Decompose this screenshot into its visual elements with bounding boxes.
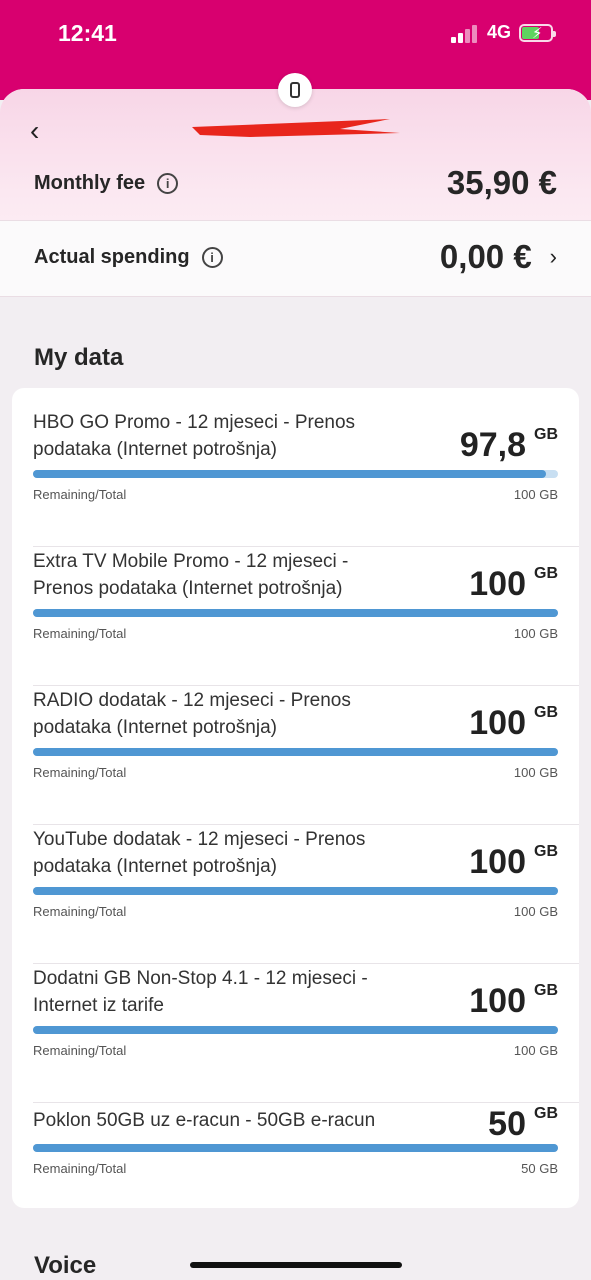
data-item-title: Poklon 50GB uz e-racun - 50GB e-racun xyxy=(33,1110,376,1131)
usage-bar xyxy=(33,609,558,617)
remaining-amount: 100 xyxy=(469,565,526,603)
remaining-total-label: Remaining/Total xyxy=(33,1043,127,1058)
data-item[interactable]: RADIO dodatak - 12 mjeseci - Prenos poda… xyxy=(33,687,558,799)
data-item[interactable]: Dodatni GB Non-Stop 4.1 - 12 mjeseci - I… xyxy=(33,965,558,1077)
item-divider xyxy=(33,963,579,964)
usage-bar-fill xyxy=(33,609,558,617)
chevron-right-icon[interactable]: › xyxy=(550,244,557,270)
usage-bar-fill xyxy=(33,1144,558,1152)
usage-bar xyxy=(33,887,558,895)
monthly-fee-row: Monthly fee i 35,90 € xyxy=(0,155,591,211)
amount-unit: GB xyxy=(534,704,558,721)
remaining-amount: 100 xyxy=(469,704,526,742)
usage-meta: Remaining/Total 100 GB xyxy=(33,1043,558,1058)
network-type: 4G xyxy=(486,22,511,42)
my-data-title: My data xyxy=(34,344,124,371)
usage-bar xyxy=(33,470,558,478)
phone-icon xyxy=(290,82,300,98)
data-item-amount: 97,8 GB xyxy=(460,426,558,465)
back-chevron-icon[interactable]: ‹ xyxy=(30,115,39,147)
usage-bar xyxy=(33,748,558,756)
battery-icon: ⚡ xyxy=(519,23,556,42)
amount-unit: GB xyxy=(534,565,558,582)
signal-icon xyxy=(450,23,479,43)
usage-bar xyxy=(33,1144,558,1152)
usage-bar-fill xyxy=(33,470,547,478)
remaining-amount: 100 xyxy=(469,843,526,881)
item-divider xyxy=(33,685,579,686)
remaining-amount: 97,8 xyxy=(459,426,526,464)
total-amount: 100 GB xyxy=(513,626,558,641)
item-divider xyxy=(33,824,579,825)
total-amount: 100 GB xyxy=(513,1043,558,1058)
actual-spending-value: 0,00 € xyxy=(439,238,532,275)
actual-spending-row[interactable]: Actual spending i 0,00 € › xyxy=(0,229,591,285)
usage-meta: Remaining/Total 100 GB xyxy=(33,487,558,502)
usage-meta: Remaining/Total 100 GB xyxy=(33,626,558,641)
data-item-amount: 100 GB xyxy=(469,843,558,882)
home-indicator[interactable] xyxy=(190,1262,402,1268)
data-item[interactable]: HBO GO Promo - 12 mjeseci - Prenos podat… xyxy=(33,409,558,521)
amount-unit: GB xyxy=(534,1105,558,1122)
data-item[interactable]: Extra TV Mobile Promo - 12 mjeseci - Pre… xyxy=(33,548,558,660)
redacted-phone-number xyxy=(192,119,400,137)
phone-badge xyxy=(278,73,312,107)
data-item-title: HBO GO Promo - 12 mjeseci - Prenos podat… xyxy=(33,412,356,460)
total-amount: 100 GB xyxy=(513,765,558,780)
data-card: HBO GO Promo - 12 mjeseci - Prenos podat… xyxy=(12,388,579,1208)
info-icon[interactable]: i xyxy=(157,172,179,194)
usage-bar xyxy=(33,1026,558,1034)
voice-title: Voice xyxy=(34,1252,97,1279)
total-amount: 100 GB xyxy=(513,487,558,502)
total-amount: 100 GB xyxy=(513,904,558,919)
data-item-amount: 100 GB xyxy=(469,704,558,743)
remaining-total-label: Remaining/Total xyxy=(33,765,127,780)
data-item-amount: 50 GB xyxy=(488,1105,558,1144)
remaining-amount: 50 xyxy=(488,1105,526,1143)
remaining-total-label: Remaining/Total xyxy=(33,487,127,502)
item-divider xyxy=(33,546,579,547)
amount-unit: GB xyxy=(534,426,558,443)
usage-bar-fill xyxy=(33,887,558,895)
monthly-fee-label: Monthly fee xyxy=(34,171,146,194)
usage-meta: Remaining/Total 50 GB xyxy=(33,1161,558,1176)
status-time: 12:41 xyxy=(58,20,117,46)
usage-meta: Remaining/Total 100 GB xyxy=(33,904,558,919)
remaining-total-label: Remaining/Total xyxy=(33,626,127,641)
remaining-amount: 100 xyxy=(469,982,526,1020)
data-item[interactable]: Poklon 50GB uz e-racun - 50GB e-racun 50 G… xyxy=(33,1105,558,1217)
data-item-title: YouTube dodatak - 12 mjeseci - Prenos po… xyxy=(33,829,366,877)
data-item-title: Dodatni GB Non-Stop 4.1 - 12 mjeseci - I… xyxy=(33,968,368,1016)
data-item-title: Extra TV Mobile Promo - 12 mjeseci - Pre… xyxy=(33,551,349,599)
usage-bar-fill xyxy=(33,1026,558,1034)
amount-unit: GB xyxy=(534,843,558,860)
info-icon[interactable]: i xyxy=(201,246,223,268)
actual-spending-label: Actual spending xyxy=(34,245,190,268)
status-indicators: 4G ⚡ xyxy=(450,22,556,43)
detail-sheet: ‹ Monthly fee i 35,90 € Actual spending … xyxy=(0,89,591,1280)
remaining-total-label: Remaining/Total xyxy=(33,1161,127,1176)
remaining-total-label: Remaining/Total xyxy=(33,904,127,919)
data-item-amount: 100 GB xyxy=(469,565,558,604)
data-item-title: RADIO dodatak - 12 mjeseci - Prenos poda… xyxy=(33,690,351,738)
usage-bar-fill xyxy=(33,748,558,756)
data-item[interactable]: YouTube dodatak - 12 mjeseci - Prenos po… xyxy=(33,826,558,938)
amount-unit: GB xyxy=(534,982,558,999)
monthly-fee-value: 35,90 € xyxy=(446,164,557,201)
total-amount: 50 GB xyxy=(521,1161,558,1176)
usage-meta: Remaining/Total 100 GB xyxy=(33,765,558,780)
item-divider xyxy=(33,1102,579,1103)
data-item-amount: 100 GB xyxy=(469,982,558,1021)
